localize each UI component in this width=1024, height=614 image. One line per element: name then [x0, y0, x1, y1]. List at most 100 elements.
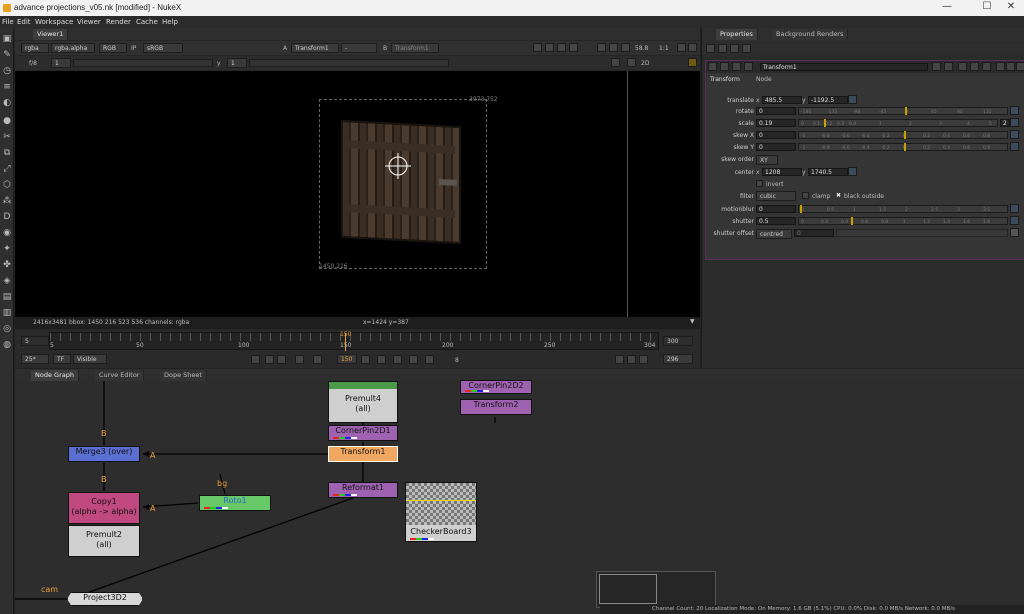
menu-viewer[interactable]: Viewer	[77, 18, 101, 26]
node-premult2[interactable]: Premult2 (all)	[68, 525, 140, 557]
deep-icon[interactable]: D	[2, 212, 12, 222]
rotate-slider-knob[interactable]	[905, 107, 907, 115]
prev-keyframe-button[interactable]	[265, 355, 274, 364]
black-outside-checkbox[interactable]: ✖	[836, 192, 841, 199]
end-frame-field[interactable]: 296	[663, 354, 693, 364]
color-mode-dropdown[interactable]: RGB	[99, 43, 127, 53]
alpha-channel-dropdown[interactable]: rgba.alpha	[51, 43, 95, 53]
gamma-slider[interactable]	[249, 59, 449, 67]
fps-dropdown[interactable]: 25*	[21, 354, 49, 364]
channel-icon[interactable]: ≡	[2, 82, 12, 92]
filter-icon[interactable]: ●	[2, 116, 12, 126]
image-icon[interactable]: ▣	[2, 34, 12, 44]
merge-icon[interactable]: ⧉	[2, 148, 12, 158]
node-checkerboard3[interactable]: CheckerBoard3	[405, 482, 477, 542]
node-transform2[interactable]: Transform2	[460, 399, 532, 415]
skew-order-dropdown[interactable]: XY	[756, 155, 778, 165]
node-cornerpin2d2[interactable]: CornerPin2D2	[460, 380, 532, 394]
node-transform1[interactable]: Transform1	[328, 446, 398, 462]
timeline-end[interactable]: 300	[663, 336, 693, 346]
other-icon[interactable]: ◈	[2, 276, 12, 286]
next-frame-button[interactable]	[377, 355, 386, 364]
motionblur-curve-icon[interactable]	[1010, 204, 1019, 213]
scale-curve-icon[interactable]	[1010, 118, 1019, 127]
input-a-dropdown[interactable]: Transform1	[291, 43, 339, 53]
lock-icon[interactable]	[706, 44, 715, 53]
draw-icon[interactable]: ✎	[2, 50, 12, 60]
goto-start-button[interactable]	[251, 355, 260, 364]
invert-checkbox[interactable]	[756, 180, 763, 187]
viewer-canvas[interactable]: 3973,752 1450,216	[15, 71, 700, 317]
translate-curve-icon[interactable]	[848, 95, 857, 104]
gain-field[interactable]: 1	[51, 58, 71, 68]
close-button[interactable]: ✕	[998, 1, 1024, 15]
menu-file[interactable]: File	[2, 18, 14, 26]
maximize-button[interactable]: ☐	[974, 1, 1000, 15]
lut-dropdown[interactable]: sRGB	[143, 43, 183, 53]
metadata-icon[interactable]: ◉	[2, 228, 12, 238]
menu-workspace[interactable]: Workspace	[35, 18, 73, 26]
ratio-value[interactable]: 1:1	[659, 45, 669, 52]
color-icon[interactable]: ◐	[2, 98, 12, 108]
scale-slider-knob[interactable]	[824, 119, 826, 127]
shutter-offset-dropdown[interactable]: centred	[756, 229, 792, 239]
flipbook-icon[interactable]	[615, 355, 624, 364]
motionblur-field[interactable]: 0	[756, 205, 796, 213]
node-cornerpin2d1[interactable]: CornerPin2D1	[328, 425, 398, 441]
motionblur-slider[interactable]: 0 0.5 1 1.5 2 2.5 3 3.5	[798, 205, 1008, 213]
input-b-dropdown[interactable]: Transform1	[391, 43, 439, 53]
center-x-field[interactable]: 1208	[762, 168, 802, 176]
toolsets-icon[interactable]: ✦	[2, 244, 12, 254]
translate-y-field[interactable]: -1192.5	[808, 96, 848, 104]
refresh-icon[interactable]	[597, 43, 606, 52]
translate-x-field[interactable]: 485.5	[762, 96, 802, 104]
menu-help[interactable]: Help	[162, 18, 178, 26]
node-copy1[interactable]: Copy1 (alpha -> alpha)	[68, 492, 140, 524]
view-mode-icon[interactable]	[627, 58, 636, 67]
float-panel-icon[interactable]	[1006, 62, 1015, 71]
rotate-slider[interactable]: -180 -135 -90 -45 0 45 90 135	[798, 107, 1008, 115]
skewx-slider[interactable]: -1 -0.8 -0.6 -0.4 -0.2 0 0.2 0.4 0.6 0.8	[798, 131, 1008, 139]
scale-dim-button[interactable]: 2	[1000, 119, 1010, 127]
3d-icon[interactable]: ⬡	[2, 180, 12, 190]
clear-icon[interactable]	[730, 44, 739, 53]
transform-icon[interactable]: ⤢	[2, 164, 12, 174]
monitor-icon[interactable]	[639, 355, 648, 364]
prev-frame-button[interactable]	[295, 355, 304, 364]
timeline-ruler[interactable]: 5 50 100 150 200 250 304 150	[49, 331, 660, 351]
edit-icon[interactable]	[742, 44, 751, 53]
skewy-slider[interactable]: -1 -0.8 -0.6 -0.4 -0.2 0 0.2 0.4 0.6 0.8	[798, 143, 1008, 151]
shutter-slider[interactable]: 0 0.2 0.4 0.6 0.8 1 1.2 1.4 1.6 1.8	[798, 217, 1008, 225]
node-roto1[interactable]: Roto1	[199, 495, 271, 511]
ocio-icon[interactable]: ▥	[2, 308, 12, 318]
play-backward-button[interactable]	[313, 355, 322, 364]
tab-properties[interactable]: Properties	[716, 29, 758, 40]
node-help-icon[interactable]	[996, 62, 1005, 71]
goto-end-button[interactable]	[425, 355, 434, 364]
input-icon[interactable]	[732, 62, 741, 71]
wipe-icon[interactable]	[545, 43, 554, 52]
render-icon[interactable]	[627, 355, 636, 364]
fullframe-icon[interactable]	[688, 43, 697, 52]
font-color-icon[interactable]	[944, 62, 953, 71]
viewer-icon[interactable]	[720, 62, 729, 71]
timeline-start[interactable]: 5	[21, 336, 49, 346]
tab-background-renders[interactable]: Background Renders	[772, 29, 849, 40]
shutter-field[interactable]: 0.5	[756, 217, 796, 225]
skewy-slider-knob[interactable]	[904, 143, 906, 151]
menu-cache[interactable]: Cache	[136, 18, 158, 26]
skewx-slider-knob[interactable]	[904, 131, 906, 139]
proxy-icon[interactable]	[677, 43, 686, 52]
menu-edit[interactable]: Edit	[17, 18, 31, 26]
node-name-field[interactable]: Transform1	[760, 63, 928, 71]
views-icon[interactable]: ⁂	[2, 196, 12, 206]
rewind-button[interactable]	[277, 355, 286, 364]
smartvector-icon[interactable]: ◍	[2, 340, 12, 350]
redo-icon[interactable]	[970, 62, 979, 71]
node-reformat1[interactable]: Reformat1	[328, 482, 398, 498]
shutter-slider-knob[interactable]	[851, 217, 853, 225]
gain-slider[interactable]	[73, 59, 213, 67]
clip-icon[interactable]	[609, 43, 618, 52]
close-panel-icon[interactable]	[1016, 62, 1024, 71]
keyer-icon[interactable]: ✂	[2, 132, 12, 142]
